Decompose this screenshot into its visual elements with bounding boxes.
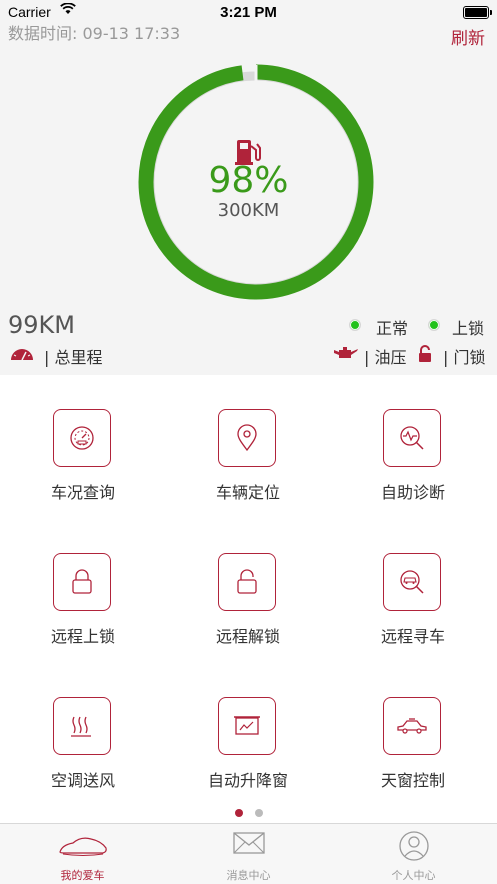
tile[interactable] [218,697,276,755]
oil-pressure-label: | 油压 [364,348,407,367]
unlock-icon [237,569,257,594]
location-pin-icon [237,424,257,452]
lock-icon [72,569,92,594]
grid-item-air-flow[interactable]: 空调送风 [3,697,163,797]
lock-value: 上锁 [452,319,485,338]
sunroof-icon [397,718,427,734]
fuel-range: 300KM [217,200,280,221]
diagnosis-icon [400,426,424,450]
status-dot-icon [349,319,361,331]
grid-item-location[interactable]: 车辆定位 [168,409,328,509]
grid-item-remote-lock[interactable]: 远程上锁 [3,553,163,653]
grid-item-diagnosis[interactable]: 自助诊断 [333,409,493,509]
tab-my-car[interactable]: 我的爱车 [0,824,165,884]
grid-label: 空调送风 [50,771,115,790]
door-lock-label: | 门锁 [443,348,486,367]
mail-icon [232,832,265,854]
tab-label: 消息中心 [226,869,271,882]
data-time: 数据时间: 09-13 17:33 [8,24,181,43]
car-icon [58,837,107,856]
grid-item-remote-unlock[interactable]: 远程解锁 [168,553,328,653]
grid-label: 天窗控制 [380,771,445,790]
tile[interactable] [53,553,111,611]
clock: 3:21 PM [220,4,277,21]
pager-dot-active[interactable] [235,809,243,817]
tab-bar: 我的爱车 消息中心 个人中心 [0,823,497,884]
door-lock-icon [419,345,431,362]
speedometer-icon [11,349,33,361]
status-value: 正常 [376,319,409,338]
window-icon [234,716,260,735]
grid-label: 远程寻车 [380,627,445,646]
odometer-label: | 总里程 [44,348,103,367]
tile[interactable] [53,697,111,755]
grid-label: 车况查询 [50,483,115,502]
tab-label: 个人中心 [391,869,436,882]
odometer-value: 99KM [8,311,75,339]
grid-label: 自动升降窗 [207,771,288,790]
grid-label: 远程解锁 [215,627,280,646]
find-car-icon [400,570,424,594]
pager-dot[interactable] [255,809,263,817]
tile[interactable] [218,553,276,611]
tab-label: 我的爱车 [60,869,105,882]
battery-icon [463,6,492,19]
grid-item-window[interactable]: 自动升降窗 [168,697,328,797]
fuel-percent: 98% [208,160,289,201]
tile[interactable] [53,409,111,467]
tab-messages[interactable]: 消息中心 [166,824,331,884]
grid-label: 车辆定位 [215,483,280,502]
tile[interactable] [383,553,441,611]
lock-dot-icon [428,319,440,331]
air-flow-icon [71,716,91,737]
gauge-icon [70,426,94,450]
tile[interactable] [218,409,276,467]
tile[interactable] [383,409,441,467]
person-icon [398,831,429,861]
tile[interactable] [383,697,441,755]
grid-label: 远程上锁 [50,627,115,646]
grid-item-find-car[interactable]: 远程寻车 [333,553,493,653]
grid-item-condition[interactable]: 车况查询 [3,409,163,509]
grid-item-sunroof[interactable]: 天窗控制 [333,697,493,797]
dashboard-panel: Carrier 3:21 PM 数据时间: 09-13 17:33 刷新 98%… [0,0,497,375]
grid-label: 自助诊断 [380,483,445,502]
refresh-button[interactable]: 刷新 [451,24,485,49]
oil-can-icon [334,347,358,358]
tab-profile[interactable]: 个人中心 [331,824,496,884]
